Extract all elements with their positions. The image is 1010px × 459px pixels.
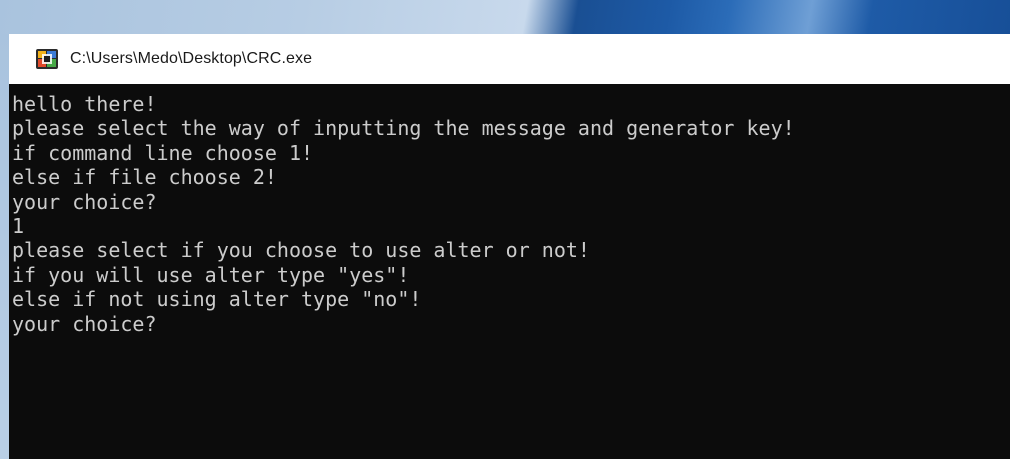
window-title: C:\Users\Medo\Desktop\CRC.exe [70,50,313,67]
console-line: hello there! [12,92,157,116]
console-app-icon [35,47,59,71]
console-line: your choice? [12,311,157,336]
window-frame-top [0,0,1010,34]
window-frame-left [0,34,9,459]
console-line: if you will use alter type "yes"! [12,262,410,287]
title-bar[interactable]: C:\Users\Medo\Desktop\CRC.exe [9,34,1010,84]
console-line: else if not using alter type "no"! [12,287,422,312]
console-line: please select if you choose to use alter… [12,238,590,263]
console-line: else if file choose 2! [12,165,277,190]
console-line: 1 [12,213,25,238]
console-output[interactable]: hello there! please select the way of in… [9,84,1010,459]
console-window: C:\Users\Medo\Desktop\CRC.exe hello ther… [0,0,1010,459]
console-line: please select the way of inputting the m… [12,116,795,141]
console-line: your choice? [12,189,157,214]
console-line: if command line choose 1! [12,140,314,165]
